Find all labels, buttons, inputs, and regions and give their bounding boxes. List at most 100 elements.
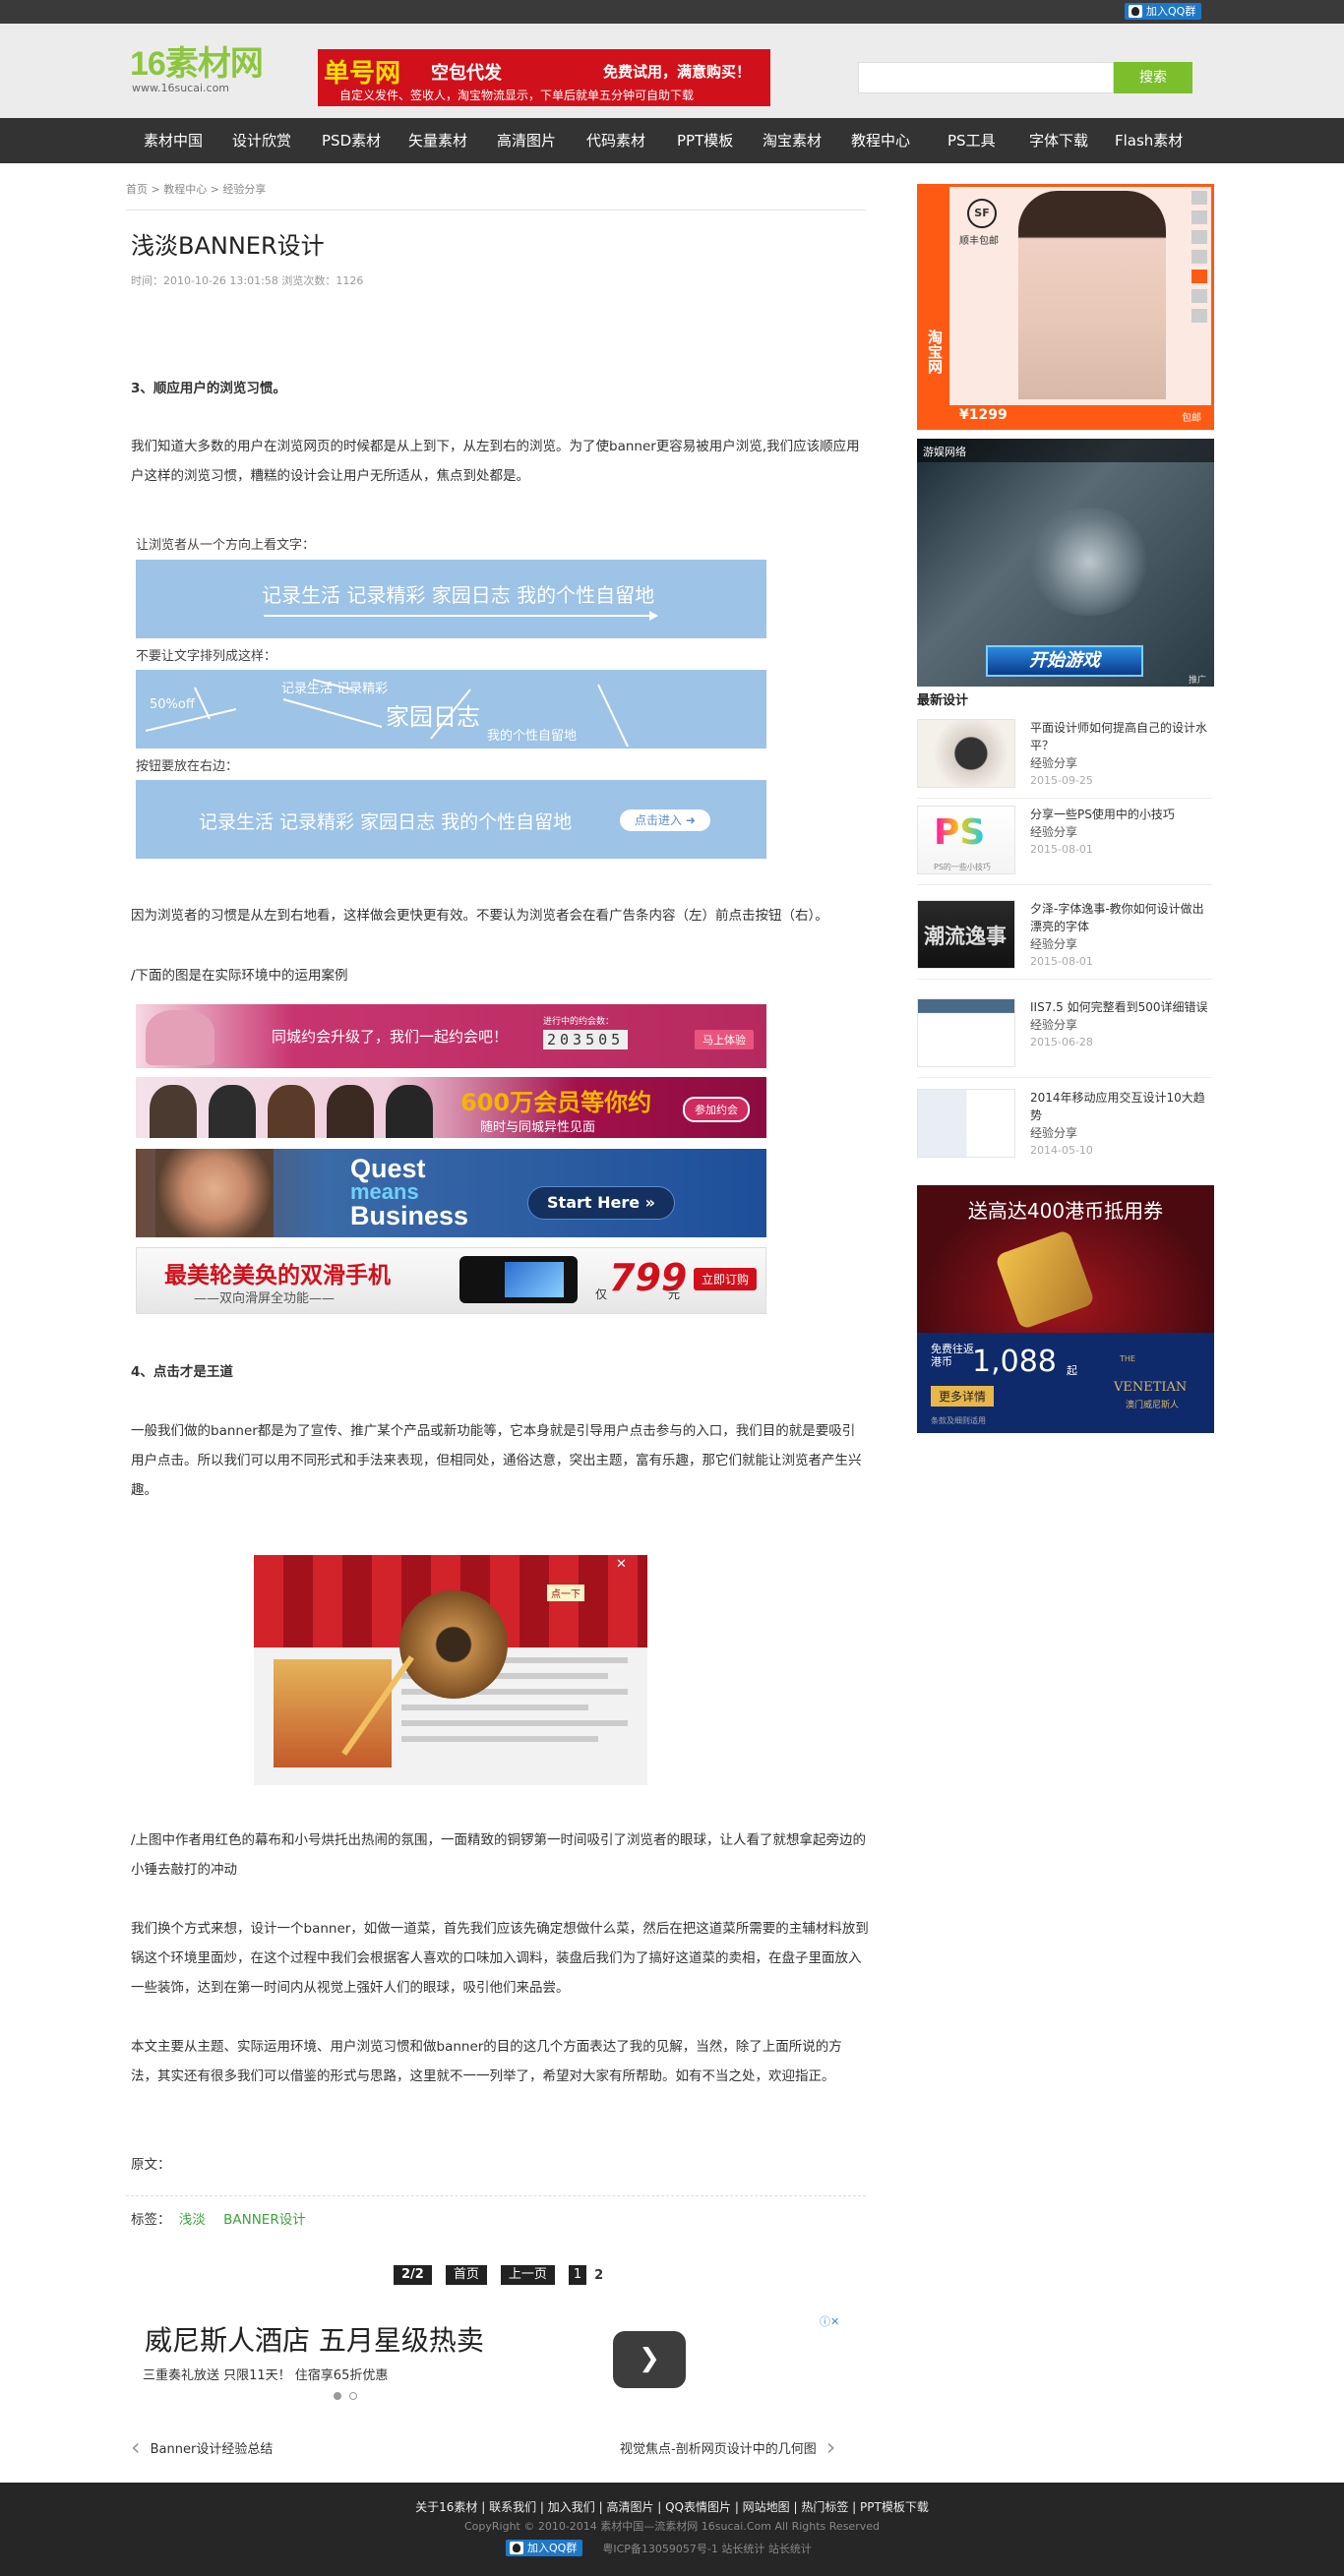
ad-more-button[interactable]: 更多详情 [931, 1386, 995, 1407]
ad-title: 单号网 [324, 59, 401, 89]
nav-item[interactable]: 字体下载 [1029, 118, 1088, 163]
nav-item[interactable]: PS工具 [947, 118, 996, 163]
paragraph: 我们换个方式来想，设计一个banner，如做一道菜，首先我们应该先确定想做什么菜… [131, 1921, 869, 1996]
footer-links[interactable]: 关于16素材 | 联系我们 | 加入我们 | 高清图片 | QQ表情图片 | 网… [0, 2498, 1344, 2515]
example-banner-dating: 同城约会升级了，我们一起约会吧！ 进行中的约会数： 203505 马上体验 [136, 1004, 766, 1068]
chevron-left-icon: ‹ [131, 2433, 141, 2461]
item-category: 经验分享 [1030, 756, 1078, 770]
footer-qq-label: 加入QQ群 [527, 2542, 578, 2554]
figure-caption: 不要让文字排列成这样： [136, 649, 277, 664]
nav-item[interactable]: PPT模板 [677, 118, 733, 163]
item-thumbnail[interactable]: PS PS的一些小技巧 [917, 806, 1015, 874]
breadcrumb-level1[interactable]: 教程中心 [163, 183, 207, 196]
latest-design-heading: 最新设计 [917, 693, 969, 708]
model-photo [1018, 191, 1166, 399]
header-ad-banner[interactable]: 单号网 空包代发 免费试用，满意购买！ 自定义发件、签收人，淘宝物流显示，下单后… [318, 49, 770, 106]
footer-qq-button[interactable]: 加入QQ群 [506, 2540, 583, 2556]
nav-item[interactable]: 素材中国 [144, 118, 203, 163]
item-thumbnail[interactable] [917, 719, 1015, 788]
icp: 粤ICP备13059057号-1 站长统计 站长统计 [602, 2542, 812, 2555]
ad-unit: 起 [1067, 1364, 1077, 1377]
qq-icon [510, 2542, 523, 2554]
nav-item[interactable]: Flash素材 [1115, 118, 1183, 163]
start-game-button[interactable]: 开始游戏 [986, 645, 1143, 677]
search-button[interactable]: 搜索 [1114, 62, 1192, 93]
nav-item[interactable]: 代码素材 [586, 118, 645, 163]
close-icon: ✕ [616, 1557, 627, 1572]
sf-logo-icon: SF [967, 199, 997, 228]
nav-item[interactable]: 高清图片 [497, 118, 556, 163]
join-qq-button[interactable]: 加入QQ群 [1125, 3, 1202, 20]
tag-link[interactable]: 浅淡 [179, 2212, 206, 2228]
page-title: 浅淡BANNER设计 [131, 232, 325, 260]
sidebar-ad-taobao[interactable]: 淘宝网 SF 顺丰包邮 ¥1299 包邮 [917, 184, 1214, 430]
breadcrumb: 首页 > 教程中心 > 经验分享 [126, 181, 266, 197]
nav-item[interactable]: 淘宝素材 [763, 118, 822, 163]
first-page-button[interactable]: 首页 [445, 2265, 487, 2285]
item-date: 2014-05-10 [1030, 1144, 1093, 1157]
divider [126, 2195, 866, 2196]
latest-item[interactable]: 潮流逸事 夕泽-字体逸事-教你如何设计做出漂亮的字体 经验分享 2015-08-01 [917, 900, 1212, 977]
ad-line: 免费往返 港币 [931, 1343, 974, 1368]
ad-logo-the: THE [1120, 1354, 1135, 1363]
breadcrumb-level2[interactable]: 经验分享 [222, 183, 266, 196]
item-text: IIS7.5 如何完整看到500详细错误 经验分享 2015-06-28 [1030, 998, 1212, 1051]
banner-people [150, 1085, 445, 1138]
ad-dot[interactable] [349, 2392, 357, 2400]
sf-label: 顺丰包邮 [959, 236, 999, 247]
tags-label: 标签： [131, 2212, 171, 2228]
ad-sub: 自定义发件、签收人，淘宝物流显示，下单后就单五分钟可自助下载 [339, 89, 695, 102]
copyright: CopyRight © 2010-2014 素材中国—流素材网 16sucai.… [463, 2520, 880, 2533]
taobao-brand: 淘宝网 [920, 187, 949, 427]
thumb-text: 潮流逸事 [924, 925, 1007, 948]
latest-item[interactable]: IIS7.5 如何完整看到500详细错误 经验分享 2015-06-28 [917, 998, 1212, 1075]
site-logo[interactable]: 16素材网 www.16sucai.com [130, 45, 264, 94]
nav-item[interactable]: PSD素材 [322, 118, 381, 163]
banner-fragment: 50%off [150, 697, 195, 712]
section-heading-4: 4、点击才是王道 [131, 1364, 233, 1380]
banner-try-button: 马上体验 [695, 1030, 754, 1049]
nav-item[interactable]: 设计欣赏 [232, 118, 291, 163]
item-title[interactable]: 夕泽-字体逸事-教你如何设计做出漂亮的字体 [1030, 900, 1212, 935]
main-nav: 素材中国 设计欣赏 PSD素材 矢量素材 高清图片 代码素材 PPT模板 淘宝素材 教程中心 PS… [0, 118, 1344, 163]
latest-item[interactable]: PS PS的一些小技巧 分享一些PS使用中的小技巧 经验分享 2015-08-01 [917, 806, 1212, 882]
ad-slogan: 空包代发 [431, 63, 502, 84]
item-thumbnail[interactable]: 潮流逸事 [917, 900, 1015, 969]
ad-next-button[interactable]: ❯ [613, 2331, 686, 2388]
prev-article-link[interactable]: ‹ Banner设计经验总结 [131, 2433, 273, 2461]
sidebar-ad-game[interactable]: 游娱网络 开始游戏 推广 [917, 439, 1214, 687]
next-article-link[interactable]: 视觉焦点-剖析网页设计中的几何图 › [620, 2435, 835, 2459]
item-thumbnail[interactable] [917, 998, 1015, 1067]
ad-choices-icon[interactable]: ⓘ✕ [820, 2313, 839, 2329]
item-title[interactable]: 2014年移动应用交互设计10大趋势 [1030, 1089, 1212, 1124]
item-title[interactable]: 分享一些PS使用中的小技巧 [1030, 806, 1212, 823]
page-1-button[interactable]: 1 [568, 2265, 587, 2285]
item-text: 夕泽-字体逸事-教你如何设计做出漂亮的字体 经验分享 2015-08-01 [1030, 900, 1212, 971]
header: 16素材网 www.16sucai.com 单号网 空包代发 免费试用，满意购买… [0, 24, 1344, 118]
example-banner-phone: 最美轮美奂的双滑手机 ——双向滑屏全功能—— 仅 799 元 立即订购 [136, 1247, 766, 1314]
latest-item[interactable]: 平面设计师如何提高自己的设计水平？ 经验分享 2015-09-25 [917, 719, 1212, 796]
item-title[interactable]: IIS7.5 如何完整看到500详细错误 [1030, 998, 1212, 1016]
tag-link[interactable]: BANNER设计 [223, 2212, 306, 2228]
qq-icon [1129, 5, 1142, 18]
nav-item[interactable]: 矢量素材 [408, 118, 467, 163]
banner-logo-line: Business [350, 1201, 469, 1230]
thumb-caption: PS的一些小技巧 [934, 863, 991, 871]
bottom-ad[interactable]: 威尼斯人酒店 五月星级热卖 三重奏礼放送 只限11天！ 住宿享65折优惠 ❯ ⓘ… [131, 2313, 849, 2412]
item-thumbnail[interactable] [917, 1089, 1015, 1158]
item-category: 经验分享 [1030, 1126, 1078, 1140]
breadcrumb-home[interactable]: 首页 [126, 183, 148, 196]
prev-page-button[interactable]: 上一页 [500, 2265, 555, 2285]
latest-item[interactable]: 2014年移动应用交互设计10大趋势经验分享 2014-05-10 [917, 1089, 1212, 1166]
example-banner-good: 记录生活 记录精彩 家园日志 我的个性自留地 [136, 560, 766, 638]
nav-item[interactable]: 教程中心 [851, 118, 910, 163]
ad-line-2: 港币 [931, 1355, 952, 1368]
ad-badge: 推广 [1189, 676, 1207, 686]
page-count: 2/2 [394, 2265, 432, 2285]
sidebar-ad-venetian[interactable]: 送高达400港币抵用券 免费往返 港币 1,088 起 更多详情 条款及细则适用… [917, 1185, 1214, 1433]
ad-dot-active[interactable] [334, 2392, 341, 2400]
search-input[interactable] [858, 62, 1114, 93]
paragraph: 我们知道大多数的用户在浏览网页的时候都是从上到下，从左到右的浏览。为了使bann… [131, 439, 860, 484]
item-title[interactable]: 平面设计师如何提高自己的设计水平？ [1030, 719, 1212, 754]
banner-fragment: 家园日志 [386, 703, 480, 731]
